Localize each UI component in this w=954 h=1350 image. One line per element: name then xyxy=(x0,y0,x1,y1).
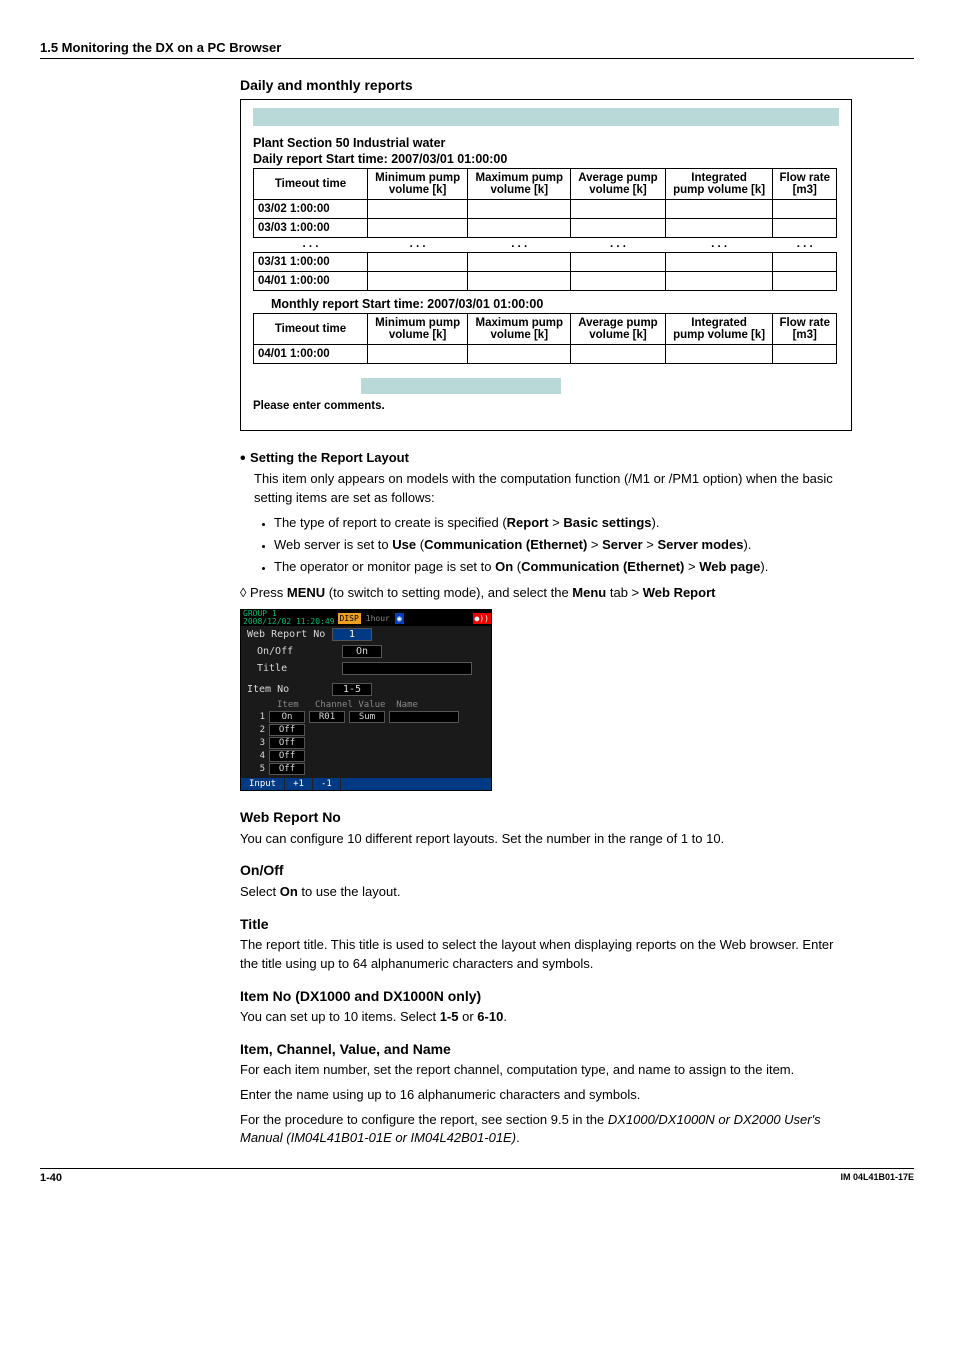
device-screenshot: GROUP 12008/12/02 11:20:49 DISP 1hour ◉ … xyxy=(240,609,492,791)
report-illustration: Plant Section 50 Industrial water Daily … xyxy=(240,99,852,431)
comments-prompt: Please enter comments. xyxy=(253,400,839,412)
lbl-report-no: Web Report No xyxy=(247,629,332,640)
ss-input: Input xyxy=(241,778,285,790)
table-row: 04/01 1:00:00 xyxy=(254,345,837,364)
h-icvn: Item, Channel, Value, and Name xyxy=(240,1039,850,1059)
monthly-table: Timeout time Minimum pumpvolume [k] Maxi… xyxy=(253,313,837,364)
monthly-heading: Monthly report Start time: 2007/03/01 01… xyxy=(253,297,839,311)
menu-instruction: ◊ Press MENU (to switch to setting mode)… xyxy=(240,584,850,603)
ss-items-table: Item Channel Value Name 1OnR01Sum 2Off 3… xyxy=(241,698,491,778)
h-web-report-no: Web Report No xyxy=(240,807,850,827)
ellipsis-row: . . . . . . . . . . . . . . . . . . xyxy=(254,238,837,253)
col-int: Integratedpump volume [k] xyxy=(665,169,773,200)
camera-icon: ◉ xyxy=(395,613,404,624)
p-onoff: Select On to use the layout. xyxy=(240,883,850,902)
col-flow: Flow rate[m3] xyxy=(773,169,837,200)
daily-table: Timeout time Minimum pumpvolume [k] Maxi… xyxy=(253,168,837,291)
page-number: 1-40 xyxy=(40,1172,62,1184)
setting-desc: This item only appears on models with th… xyxy=(254,470,850,508)
col-max: Maximum pumpvolume [k] xyxy=(468,169,571,200)
table-row: 03/03 1:00:00 xyxy=(254,219,837,238)
bullet-page: The operator or monitor page is set to O… xyxy=(274,558,850,577)
disp-icon: DISP xyxy=(338,613,361,624)
col-flow: Flow rate[m3] xyxy=(773,314,837,345)
h-item-no: Item No (DX1000 and DX1000N only) xyxy=(240,986,850,1006)
lbl-title: Title xyxy=(247,663,342,674)
col-max: Maximum pumpvolume [k] xyxy=(468,314,571,345)
bullet-webserver: Web server is set to Use (Communication … xyxy=(274,536,850,555)
ss-footer: Input +1 -1 xyxy=(241,778,491,790)
col-min: Minimum pumpvolume [k] xyxy=(368,169,468,200)
lbl-onoff: On/Off xyxy=(247,646,342,657)
title-bar xyxy=(253,108,839,126)
table-row: 04/01 1:00:00 xyxy=(254,272,837,291)
val-report-no: 1 xyxy=(332,628,372,641)
comment-bar xyxy=(361,378,561,394)
p-title: The report title. This title is used to … xyxy=(240,936,850,974)
col-int: Integratedpump volume [k] xyxy=(665,314,773,345)
val-item-no: 1-5 xyxy=(332,683,372,696)
ss-mode: 1hour xyxy=(362,614,394,623)
p-item-no: You can set up to 10 items. Select 1-5 o… xyxy=(240,1008,850,1027)
col-avg: Average pumpvolume [k] xyxy=(571,169,665,200)
val-title xyxy=(342,662,472,675)
setting-report-layout: Setting the Report Layout This item only… xyxy=(240,447,850,603)
val-onoff: On xyxy=(342,645,382,658)
ss-group: GROUP 12008/12/02 11:20:49 xyxy=(241,610,337,626)
ss-minus: -1 xyxy=(313,778,341,790)
plant-title: Plant Section 50 Industrial water xyxy=(253,136,839,150)
col-min: Minimum pumpvolume [k] xyxy=(368,314,468,345)
p-icvn-1: For each item number, set the report cha… xyxy=(240,1061,850,1080)
lbl-item-no: Item No xyxy=(247,684,332,695)
col-timeout: Timeout time xyxy=(254,314,368,345)
col-avg: Average pumpvolume [k] xyxy=(571,314,665,345)
p-icvn-2: Enter the name using up to 16 alphanumer… xyxy=(240,1086,850,1105)
h-onoff: On/Off xyxy=(240,860,850,880)
ss-header: GROUP 12008/12/02 11:20:49 DISP 1hour ◉ … xyxy=(241,610,491,626)
table-row: 03/31 1:00:00 xyxy=(254,253,837,272)
definitions: Web Report No You can configure 10 diffe… xyxy=(240,807,850,1148)
table-row: 03/02 1:00:00 xyxy=(254,200,837,219)
subtitle: Daily and monthly reports xyxy=(240,77,914,93)
setting-heading: Setting the Report Layout xyxy=(250,450,409,465)
bullet-report: The type of report to create is specifie… xyxy=(274,514,850,533)
alarm-icon: ●)) xyxy=(473,613,491,624)
page-footer: 1-40 IM 04L41B01-17E xyxy=(40,1168,914,1184)
col-timeout: Timeout time xyxy=(254,169,368,200)
p-web-report-no: You can configure 10 different report la… xyxy=(240,830,850,849)
section-header: 1.5 Monitoring the DX on a PC Browser xyxy=(40,40,914,59)
p-icvn-3: For the procedure to configure the repor… xyxy=(240,1111,850,1149)
doc-number: IM 04L41B01-17E xyxy=(840,1172,914,1184)
h-title: Title xyxy=(240,914,850,934)
daily-heading: Daily report Start time: 2007/03/01 01:0… xyxy=(253,152,839,166)
ss-plus: +1 xyxy=(285,778,313,790)
